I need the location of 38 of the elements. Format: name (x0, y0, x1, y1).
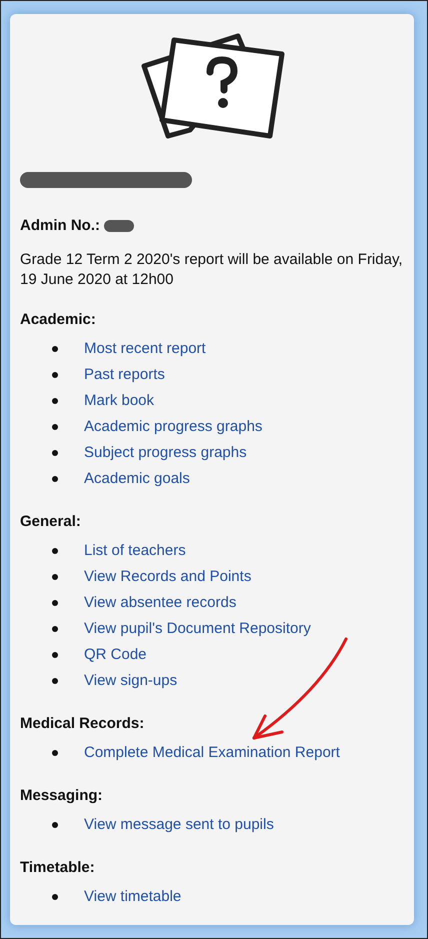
bullet-icon (52, 398, 58, 404)
menu-link[interactable]: Academic progress graphs (84, 416, 262, 438)
menu-link[interactable]: List of teachers (84, 540, 186, 562)
section-heading: Timetable: (20, 858, 96, 878)
menu-link[interactable]: View timetable (84, 886, 182, 908)
bullet-icon (52, 626, 58, 632)
bullet-icon (52, 372, 58, 378)
bullet-icon (52, 652, 58, 658)
section-heading: Academic: (20, 310, 97, 330)
menu-link[interactable]: QR Code (84, 644, 147, 666)
bullet-icon (52, 548, 58, 554)
menu-link[interactable]: View sign-ups (84, 670, 178, 692)
bullet-icon (52, 424, 58, 430)
bullet-icon (52, 678, 58, 684)
menu-link[interactable]: Most recent report (84, 338, 206, 360)
bullet-icon (52, 750, 58, 756)
menu-link[interactable]: Mark book (84, 390, 154, 412)
report-notice: Grade 12 Term 2 2020's report will be available on Friday, 19 June 2020 at 12h00 (20, 250, 404, 290)
section-heading: Medical Records: (20, 714, 146, 734)
bullet-icon (52, 346, 58, 352)
bullet-icon (52, 450, 58, 456)
menu-link[interactable]: Subject progress graphs (84, 442, 247, 464)
bullet-icon (52, 600, 58, 606)
bullet-icon (52, 476, 58, 482)
menu-link[interactable]: View absentee records (84, 592, 236, 614)
section-heading: General: (20, 512, 82, 532)
menu-link[interactable]: View Records and Points (84, 566, 252, 588)
section-heading: Messaging: (20, 786, 104, 806)
menu-link[interactable]: View pupil's Document Repository (84, 618, 311, 640)
bullet-icon (52, 822, 58, 828)
redaction-mark (104, 220, 134, 232)
menu-link[interactable]: Academic goals (84, 468, 190, 490)
bullet-icon (52, 894, 58, 900)
bullet-icon (52, 574, 58, 580)
menu-link[interactable]: Complete Medical Examination Report (84, 742, 340, 764)
menu-link[interactable]: View message sent to pupils (84, 814, 274, 836)
admin-number-label: Admin No.: (20, 217, 100, 234)
menu-link[interactable]: Past reports (84, 364, 165, 386)
